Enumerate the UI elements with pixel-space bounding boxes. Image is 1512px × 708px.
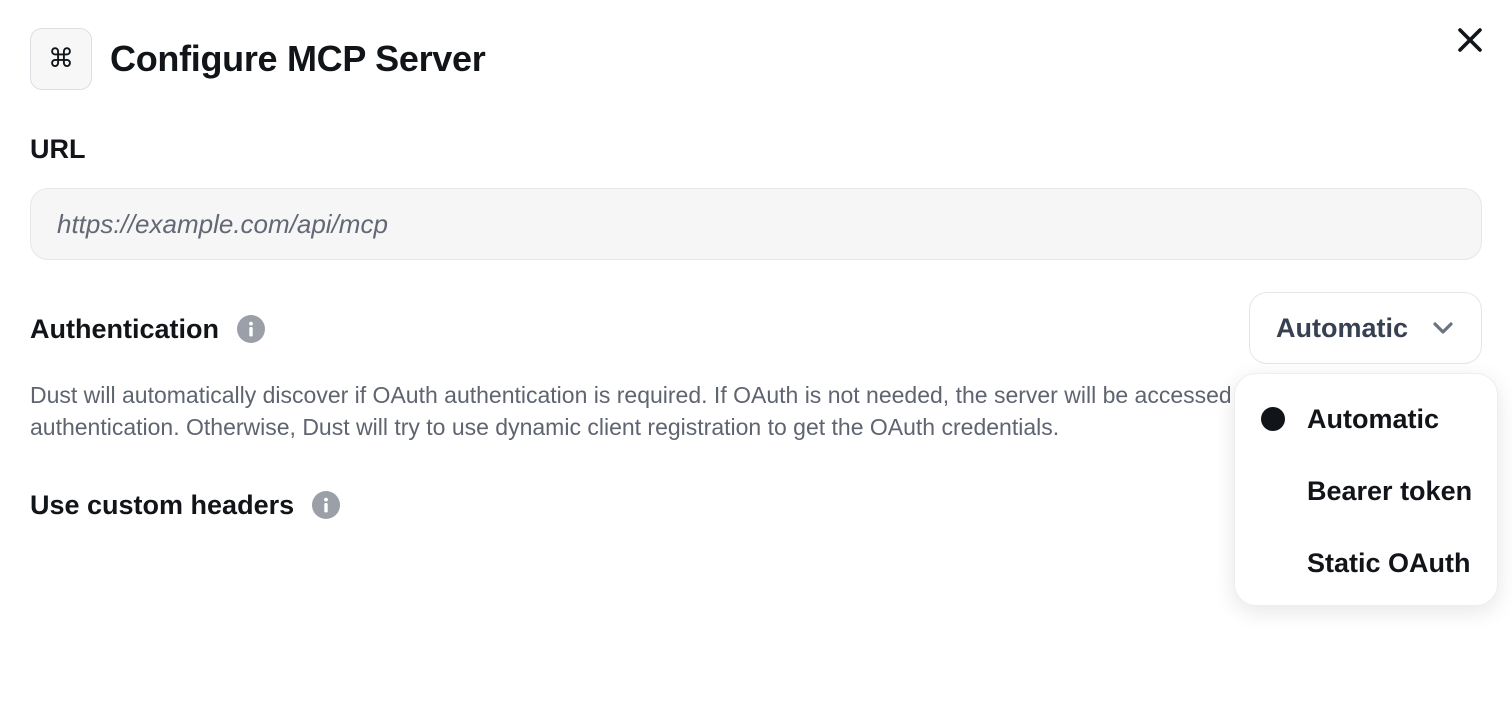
info-icon[interactable] (237, 315, 265, 343)
menu-item-label: Automatic (1307, 403, 1440, 434)
custom-headers-label: Use custom headers (30, 490, 295, 520)
custom-headers-row: Use custom headers (30, 486, 341, 524)
command-key-icon: ⌘ (30, 28, 92, 90)
authentication-dropdown-menu: Automatic Bearer token Static OAuth (1234, 373, 1498, 606)
url-input[interactable] (30, 188, 1482, 260)
authentication-select[interactable]: Automatic (1249, 292, 1482, 364)
authentication-description-line: Dust will automatically discover if OAut… (30, 382, 1230, 408)
authentication-description: Dust will automatically discover if OAut… (30, 379, 1230, 443)
info-icon[interactable] (312, 491, 341, 519)
dialog-title: Configure MCP Server (110, 38, 486, 79)
close-button[interactable] (1452, 22, 1488, 58)
authentication-row: Authentication (30, 310, 265, 348)
url-label: URL (30, 134, 86, 164)
menu-item-label: Static OAuth (1307, 547, 1471, 578)
authentication-description-line: authentication. Otherwise, Dust will try… (30, 414, 1060, 440)
menu-item-automatic[interactable]: Automatic (1235, 389, 1499, 449)
menu-item-label: Bearer token (1307, 475, 1473, 506)
authentication-label: Authentication (30, 314, 219, 344)
authentication-select-value: Automatic (1276, 312, 1409, 343)
menu-item-static-oauth[interactable]: Static OAuth (1235, 533, 1499, 593)
chevron-down-icon (1433, 322, 1453, 334)
configure-mcp-server-dialog: ⌘ Configure MCP Server URL Authenticatio… (0, 0, 1512, 708)
close-icon (1458, 28, 1482, 52)
selected-radio-icon (1261, 407, 1285, 431)
menu-item-bearer-token[interactable]: Bearer token (1235, 461, 1499, 521)
